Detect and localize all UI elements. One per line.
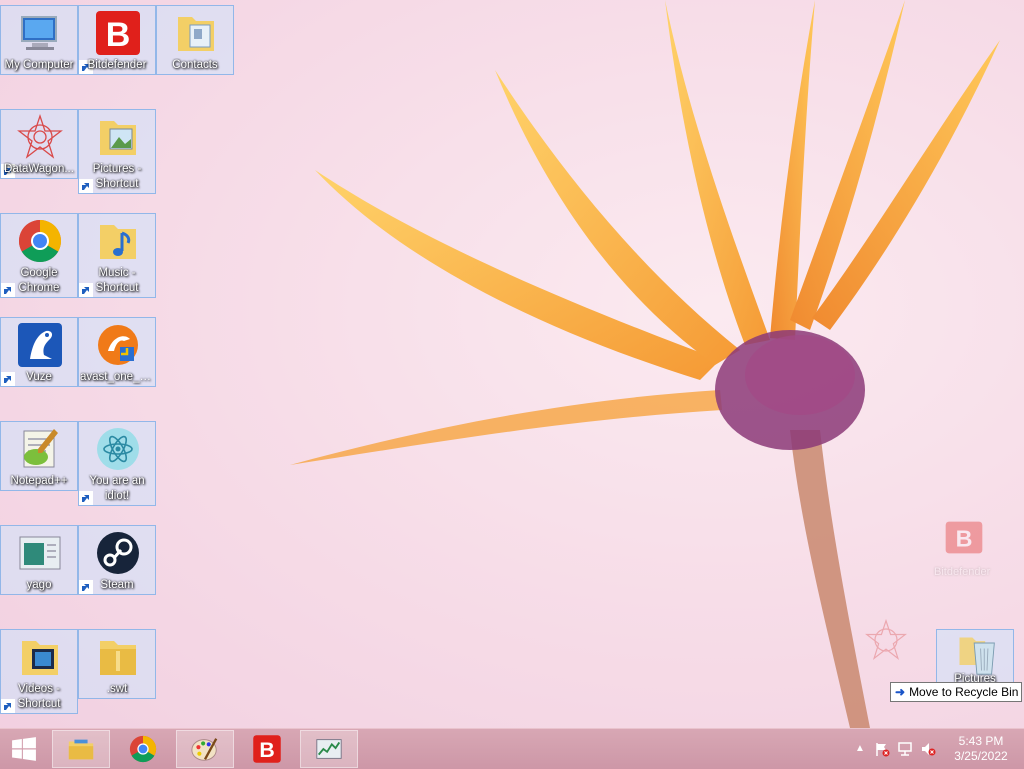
icon-label: My Computer [4, 59, 74, 71]
desktop-icon-vuze[interactable]: Vuze [0, 317, 78, 387]
computer-icon [21, 16, 57, 50]
action-center-flag-icon[interactable] [874, 741, 890, 757]
arrow-right-icon: ➜ [895, 685, 906, 699]
taskbar-paint[interactable] [176, 730, 234, 768]
paint-palette-icon [191, 738, 218, 761]
videos-folder-icon [22, 641, 58, 675]
electron-app-icon [97, 428, 139, 470]
icon-label: DataWagon... [4, 163, 74, 175]
clock-date: 3/25/2022 [954, 749, 1008, 763]
desktop-icon-bitdefender[interactable]: B Bitdefender [78, 5, 156, 75]
folder-icon [178, 17, 214, 51]
icon-label: Notepad++ [10, 475, 68, 487]
task-manager-icon [316, 739, 342, 759]
volume-muted-icon[interactable] [920, 741, 936, 757]
bitdefender-icon: B [96, 11, 140, 55]
folder-icon [100, 641, 136, 675]
icon-label: .swt [106, 683, 128, 695]
desktop-icon-avast-one[interactable]: avast_one_e... [78, 317, 156, 387]
datawagon-icon [17, 113, 63, 159]
clock-time: 5:43 PM [958, 734, 1004, 748]
bitdefender-icon: B [945, 521, 983, 554]
music-folder-icon [100, 225, 136, 259]
pictures-folder-icon [100, 121, 136, 155]
icon-label: Bitdefender [87, 59, 147, 71]
windows-logo-icon [12, 737, 36, 761]
window-app-icon [19, 536, 61, 570]
icon-label: Steam [100, 579, 134, 591]
desktop-icon-my-computer[interactable]: My Computer [0, 5, 78, 75]
icon-label: Music - Shortcut [95, 267, 139, 294]
file-explorer-icon [68, 739, 94, 760]
taskbar-task-manager[interactable] [300, 730, 358, 768]
desktop-icon-datawagon[interactable]: DataWagon... [0, 109, 78, 179]
start-button[interactable] [0, 730, 48, 768]
notepad-plus-plus-icon [23, 429, 58, 468]
drag-ghost-bitdefender: B Bitdefender [932, 520, 1002, 580]
taskbar-file-explorer[interactable] [52, 730, 110, 768]
icon-label: yago [26, 579, 52, 591]
desktop-icon-swt-folder[interactable]: .swt [78, 629, 156, 699]
svg-text:B: B [259, 738, 274, 762]
network-icon[interactable] [897, 741, 913, 757]
chrome-icon [129, 735, 157, 763]
recycle-bin-icon [959, 637, 995, 675]
icon-label: avast_one_e... [80, 371, 154, 383]
icon-label: Videos - Shortcut [17, 683, 61, 710]
svg-text:B: B [956, 526, 973, 552]
drag-ghost-datawagon [864, 618, 914, 666]
datawagon-icon [864, 618, 908, 660]
taskbar-clock[interactable]: 5:43 PM 3/25/2022 [948, 734, 1014, 764]
desktop-icon-google-chrome[interactable]: Google Chrome [0, 213, 78, 298]
taskbar-bitdefender[interactable]: B [238, 730, 296, 768]
desktop-icon-yago[interactable]: yago [0, 525, 78, 595]
drag-tooltip: ➜ Move to Recycle Bin [890, 682, 1022, 702]
steam-icon [97, 532, 139, 574]
taskbar-google-chrome[interactable] [114, 730, 172, 768]
recycle-bin-drop-target[interactable]: Pictures [936, 629, 1014, 685]
desktop-icon-pictures-shortcut[interactable]: Pictures - Shortcut [78, 109, 156, 194]
desktop-icon-notepad-plus-plus[interactable]: Notepad++ [0, 421, 78, 491]
avast-icon [98, 325, 138, 365]
icon-label: You are an idiot! [89, 475, 145, 502]
taskbar: B ▲ 5:43 PM 3/25/2022 [0, 728, 1024, 769]
desktop-icon-steam[interactable]: Steam [78, 525, 156, 595]
icon-label: Vuze [26, 371, 52, 383]
chrome-icon [18, 220, 62, 263]
desktop-icon-you-are-an-idiot[interactable]: You are an idiot! [78, 421, 156, 506]
tooltip-text: Move to Recycle Bin [909, 685, 1019, 699]
ghost-label: Bitdefender [934, 566, 991, 578]
icon-label: Pictures - Shortcut [92, 163, 142, 190]
desktop-icon-music-shortcut[interactable]: Music - Shortcut [78, 213, 156, 298]
svg-text:B: B [106, 16, 131, 54]
icon-label: Contacts [172, 59, 218, 71]
desktop-icon-videos-shortcut[interactable]: Videos - Shortcut [0, 629, 78, 714]
desktop-icon-contacts[interactable]: Contacts [156, 5, 234, 75]
bitdefender-icon: B [253, 735, 281, 763]
show-hidden-icons-button[interactable]: ▲ [852, 741, 868, 757]
vuze-frog-icon [18, 323, 62, 367]
icon-label: Google Chrome [18, 267, 60, 294]
